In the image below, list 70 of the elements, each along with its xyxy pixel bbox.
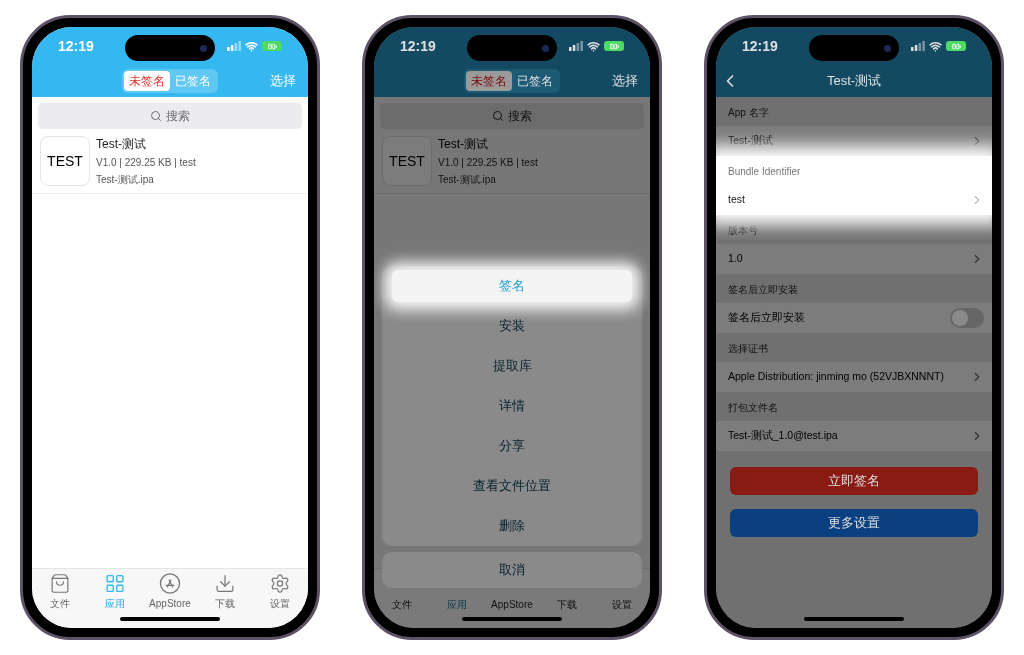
settings-row[interactable]: test xyxy=(716,185,992,215)
settings-row[interactable]: Test-测试 xyxy=(716,126,992,156)
tab-item[interactable]: 下载 xyxy=(201,573,250,611)
tab-item[interactable]: 设置 xyxy=(612,597,633,612)
app-icon: TEST xyxy=(40,136,90,186)
tab-item[interactable]: AppStore xyxy=(145,573,194,611)
action-item[interactable]: 删除 xyxy=(382,506,642,546)
app-file-name: Test-测试.ipa xyxy=(438,173,497,187)
search-placeholder: 搜索 xyxy=(166,108,190,125)
status-time: 12:19 xyxy=(58,36,94,56)
sign-button[interactable]: 立即签名 xyxy=(730,467,978,495)
tab-item[interactable]: AppStore xyxy=(491,597,533,612)
toggle-switch[interactable] xyxy=(950,308,984,328)
battery-icon xyxy=(946,41,966,51)
tab-item[interactable]: 设置 xyxy=(256,573,305,611)
app-icon: TEST xyxy=(382,136,432,186)
tab-item[interactable]: 应用 xyxy=(90,573,139,611)
action-item[interactable]: 分享 xyxy=(382,426,642,466)
settings-row[interactable]: Apple Distribution: jinming mo (52VJBXNNNT) xyxy=(716,362,992,392)
app-meta: V1.0 | 229.25 KB | test xyxy=(96,156,196,170)
tab-item[interactable]: 文件 xyxy=(391,597,412,612)
status-time: 12:19 xyxy=(742,36,778,56)
battery-icon xyxy=(262,41,282,51)
select-button[interactable]: 选择 xyxy=(612,71,638,91)
signal-icon xyxy=(227,41,241,51)
more-settings-button[interactable]: 更多设置 xyxy=(730,509,978,537)
action-item[interactable]: 提取库 xyxy=(382,346,642,386)
settings-row[interactable]: 签名后立即安装 xyxy=(716,303,992,333)
tab-item[interactable]: 下载 xyxy=(557,597,578,612)
section-header: 签名后立即安装 xyxy=(728,283,798,297)
battery-icon xyxy=(604,41,624,51)
app-meta: V1.0 | 229.25 KB | test xyxy=(438,156,538,170)
download-icon xyxy=(214,573,237,594)
wifi-icon xyxy=(245,39,258,53)
section-header: 选择证书 xyxy=(728,342,768,356)
app-store-icon xyxy=(158,573,181,594)
search-icon xyxy=(492,110,504,122)
wifi-icon xyxy=(929,39,942,53)
segment-tab[interactable]: 未签名 xyxy=(124,71,170,91)
section-header: 版本号 xyxy=(728,224,758,238)
action-item[interactable]: 详情 xyxy=(382,386,642,426)
settings-row[interactable]: Test-测试_1.0@test.ipa xyxy=(716,421,992,451)
signal-icon xyxy=(569,41,583,51)
grid-icon xyxy=(103,573,126,594)
search-placeholder: 搜索 xyxy=(508,108,532,125)
cancel-button[interactable]: 取消 xyxy=(382,552,642,588)
segment-tab[interactable]: 已签名 xyxy=(512,71,558,91)
action-item[interactable]: 签名 xyxy=(392,270,632,302)
app-row[interactable]: TEST Test-测试 V1.0 | 229.25 KB | test Test-测试.ipa xyxy=(374,129,650,194)
app-row[interactable]: TEST Test-测试 V1.0 | 229.25 KB | test Test-测试.ipa xyxy=(32,129,308,194)
signal-icon xyxy=(911,41,925,51)
tab-item[interactable]: 应用 xyxy=(446,597,467,612)
app-name: Test-测试 xyxy=(438,136,489,153)
segment-tab[interactable]: 未签名 xyxy=(466,71,512,91)
section-header: Bundle Identifier xyxy=(728,165,801,179)
section-header: 打包文件名 xyxy=(728,401,778,415)
status-time: 12:19 xyxy=(400,36,436,56)
search-field[interactable]: 搜索 xyxy=(38,103,302,129)
action-item[interactable]: 安装 xyxy=(382,306,642,346)
app-name: Test-测试 xyxy=(96,136,147,153)
section-header: App 名字 xyxy=(728,106,769,120)
nav-title: Test-测试 xyxy=(826,72,882,91)
bag-icon xyxy=(48,573,71,594)
settings-row[interactable]: 1.0 xyxy=(716,244,992,274)
tab-item[interactable]: 文件 xyxy=(35,573,84,611)
search-icon xyxy=(150,110,162,122)
search-field[interactable]: 搜索 xyxy=(380,103,644,129)
wifi-icon xyxy=(587,39,600,53)
app-file-name: Test-测试.ipa xyxy=(96,173,155,187)
action-item[interactable]: 查看文件位置 xyxy=(382,466,642,506)
